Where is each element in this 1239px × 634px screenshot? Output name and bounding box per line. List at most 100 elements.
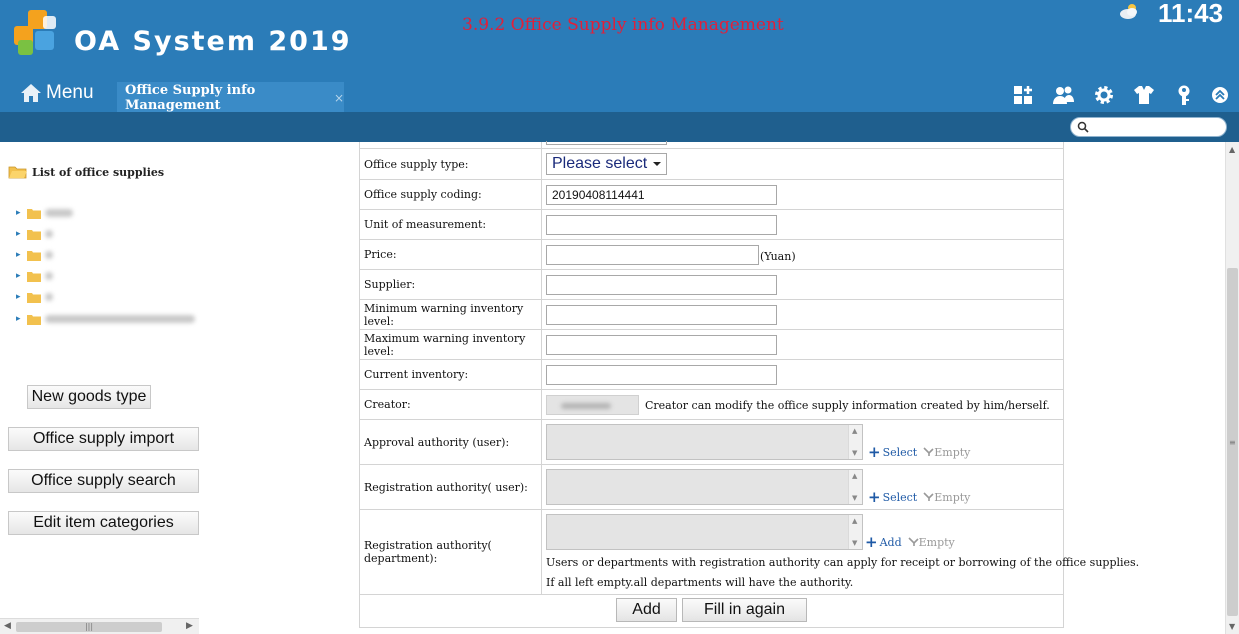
tree-item[interactable]: ▸ bbox=[16, 227, 53, 241]
unit-label: Unit of measurement: bbox=[360, 210, 542, 239]
creator-value bbox=[546, 395, 639, 415]
max-inventory-input[interactable] bbox=[546, 335, 777, 355]
app-title: OA System 2019 bbox=[74, 26, 352, 57]
coding-input[interactable]: 20190408114441 bbox=[546, 185, 777, 205]
office-supply-search-button[interactable]: Office supply search bbox=[8, 469, 199, 493]
textarea-scrollbar[interactable]: ▲ ▼ bbox=[848, 515, 862, 549]
scroll-left-arrow-icon[interactable]: ◀ bbox=[4, 621, 11, 631]
registration-department-textarea[interactable]: ▲ ▼ bbox=[546, 514, 863, 550]
form-row-registration-user: Registration authority( user): ▲ ▼ + Sele… bbox=[359, 465, 1064, 510]
search-box[interactable] bbox=[1070, 117, 1227, 137]
type-label: Office supply type: bbox=[360, 149, 542, 179]
registration-user-empty-link[interactable]: Empty bbox=[923, 491, 970, 504]
approval-label: Approval authority (user): bbox=[360, 420, 542, 464]
tree-item[interactable]: ▸ bbox=[16, 269, 53, 283]
scroll-thumb[interactable]: ||| bbox=[16, 622, 162, 632]
registration-department-add-link[interactable]: Add bbox=[880, 536, 902, 549]
search-input[interactable] bbox=[1093, 120, 1221, 134]
registration-department-label: Registration authority( department): bbox=[360, 510, 542, 594]
left-panel: List of office supplies ▸ ▸ ▸ ▸ ▸ ▸ New … bbox=[0, 142, 199, 634]
form-row-supplier: Supplier: bbox=[359, 270, 1064, 300]
tab-close-icon[interactable]: × bbox=[334, 91, 344, 105]
main-vertical-scrollbar[interactable]: ▲ ≡ ▼ bbox=[1225, 142, 1239, 634]
eraser-icon bbox=[923, 492, 934, 501]
creator-label: Creator: bbox=[360, 390, 542, 419]
coding-label: Office supply coding: bbox=[360, 180, 542, 209]
chevron-down-icon bbox=[653, 162, 661, 166]
edit-item-categories-button[interactable]: Edit item categories bbox=[8, 511, 199, 535]
form-row-cut bbox=[359, 141, 1064, 149]
min-inventory-input[interactable] bbox=[546, 305, 777, 325]
tree-title-text: List of office supplies bbox=[32, 165, 165, 179]
max-inventory-label: Maximum warning inventory level: bbox=[360, 330, 542, 359]
tree-item-label bbox=[45, 230, 53, 238]
expand-arrow-icon[interactable]: ▸ bbox=[16, 208, 24, 218]
plus-icon: + bbox=[868, 488, 881, 506]
current-inventory-label: Current inventory: bbox=[360, 360, 542, 389]
registration-department-empty-link[interactable]: Empty bbox=[908, 536, 955, 549]
folder-open-icon bbox=[8, 166, 27, 179]
registration-note-1: Users or departments with registration a… bbox=[546, 556, 1140, 569]
menu-button[interactable]: Menu bbox=[20, 80, 94, 106]
form-row-min-inventory: Minimum warning inventory level: bbox=[359, 300, 1064, 330]
type-select[interactable]: Please select bbox=[546, 153, 667, 175]
expand-arrow-icon[interactable]: ▸ bbox=[16, 314, 24, 324]
key-icon[interactable] bbox=[1171, 82, 1197, 108]
registration-user-empty-label: Empty bbox=[934, 490, 971, 504]
header-toolbar bbox=[1010, 82, 1230, 108]
unit-input[interactable] bbox=[546, 215, 777, 235]
gear-icon[interactable] bbox=[1091, 82, 1117, 108]
tree-item[interactable]: ▸ bbox=[16, 312, 195, 326]
price-unit: (Yuan) bbox=[760, 250, 796, 263]
folder-icon bbox=[27, 250, 41, 261]
price-input[interactable] bbox=[546, 245, 759, 265]
approval-empty-link[interactable]: Empty bbox=[923, 446, 970, 459]
expand-arrow-icon[interactable]: ▸ bbox=[16, 229, 24, 239]
office-supply-import-button[interactable]: Office supply import bbox=[8, 427, 199, 451]
expand-arrow-icon[interactable]: ▸ bbox=[16, 292, 24, 302]
office-supply-form: Office supply type: Please select Office… bbox=[359, 141, 1139, 628]
people-icon[interactable] bbox=[1050, 82, 1076, 108]
registration-user-label: Registration authority( user): bbox=[360, 465, 542, 509]
form-row-price: Price: (Yuan) bbox=[359, 240, 1064, 270]
textarea-scrollbar[interactable]: ▲ ▼ bbox=[848, 425, 862, 459]
shirt-icon[interactable] bbox=[1131, 82, 1157, 108]
textarea-scrollbar[interactable]: ▲ ▼ bbox=[848, 470, 862, 504]
scroll-up-arrow-icon[interactable]: ▲ bbox=[1229, 145, 1235, 154]
approval-textarea[interactable]: ▲ ▼ bbox=[546, 424, 863, 460]
expand-arrow-icon[interactable]: ▸ bbox=[16, 271, 24, 281]
tree-item[interactable]: ▸ bbox=[16, 206, 73, 220]
header-subbar bbox=[0, 112, 1239, 142]
form-row-type: Office supply type: Please select bbox=[359, 149, 1064, 180]
registration-user-select-link[interactable]: Select bbox=[883, 491, 918, 504]
home-icon bbox=[21, 84, 41, 102]
page-caption: 3.9.2 Office Supply info Management bbox=[462, 15, 784, 35]
supplier-input[interactable] bbox=[546, 275, 777, 295]
folder-icon bbox=[27, 208, 41, 219]
left-horizontal-scrollbar[interactable]: ◀ ||| ▶ bbox=[0, 618, 199, 634]
tree-item[interactable]: ▸ bbox=[16, 290, 53, 304]
min-inventory-label: Minimum warning inventory level: bbox=[360, 300, 542, 329]
new-goods-type-button[interactable]: New goods type bbox=[27, 385, 151, 409]
folder-icon bbox=[27, 314, 41, 325]
tab-office-supply-info[interactable]: Office Supply info Management × bbox=[117, 82, 344, 113]
add-widget-icon[interactable] bbox=[1010, 82, 1036, 108]
price-label: Price: bbox=[360, 240, 542, 269]
chevron-up-circle-icon[interactable] bbox=[1207, 82, 1233, 108]
search-icon bbox=[1077, 121, 1089, 133]
clock: 11:43 bbox=[1158, 0, 1224, 28]
scroll-right-arrow-icon[interactable]: ▶ bbox=[186, 621, 193, 631]
add-button[interactable]: Add bbox=[616, 598, 677, 622]
fill-in-again-button[interactable]: Fill in again bbox=[682, 598, 807, 622]
plus-icon: + bbox=[868, 443, 881, 461]
tree-item-label bbox=[45, 293, 53, 301]
type-select-value: Please select bbox=[552, 155, 648, 172]
form-row-approval: Approval authority (user): ▲ ▼ + Select E… bbox=[359, 420, 1064, 465]
expand-arrow-icon[interactable]: ▸ bbox=[16, 250, 24, 260]
tab-label: Office Supply info Management bbox=[125, 82, 256, 113]
approval-select-link[interactable]: Select bbox=[883, 446, 918, 459]
tree-item[interactable]: ▸ bbox=[16, 248, 53, 262]
current-inventory-input[interactable] bbox=[546, 365, 777, 385]
registration-user-textarea[interactable]: ▲ ▼ bbox=[546, 469, 863, 505]
scroll-down-arrow-icon[interactable]: ▼ bbox=[1229, 622, 1235, 631]
